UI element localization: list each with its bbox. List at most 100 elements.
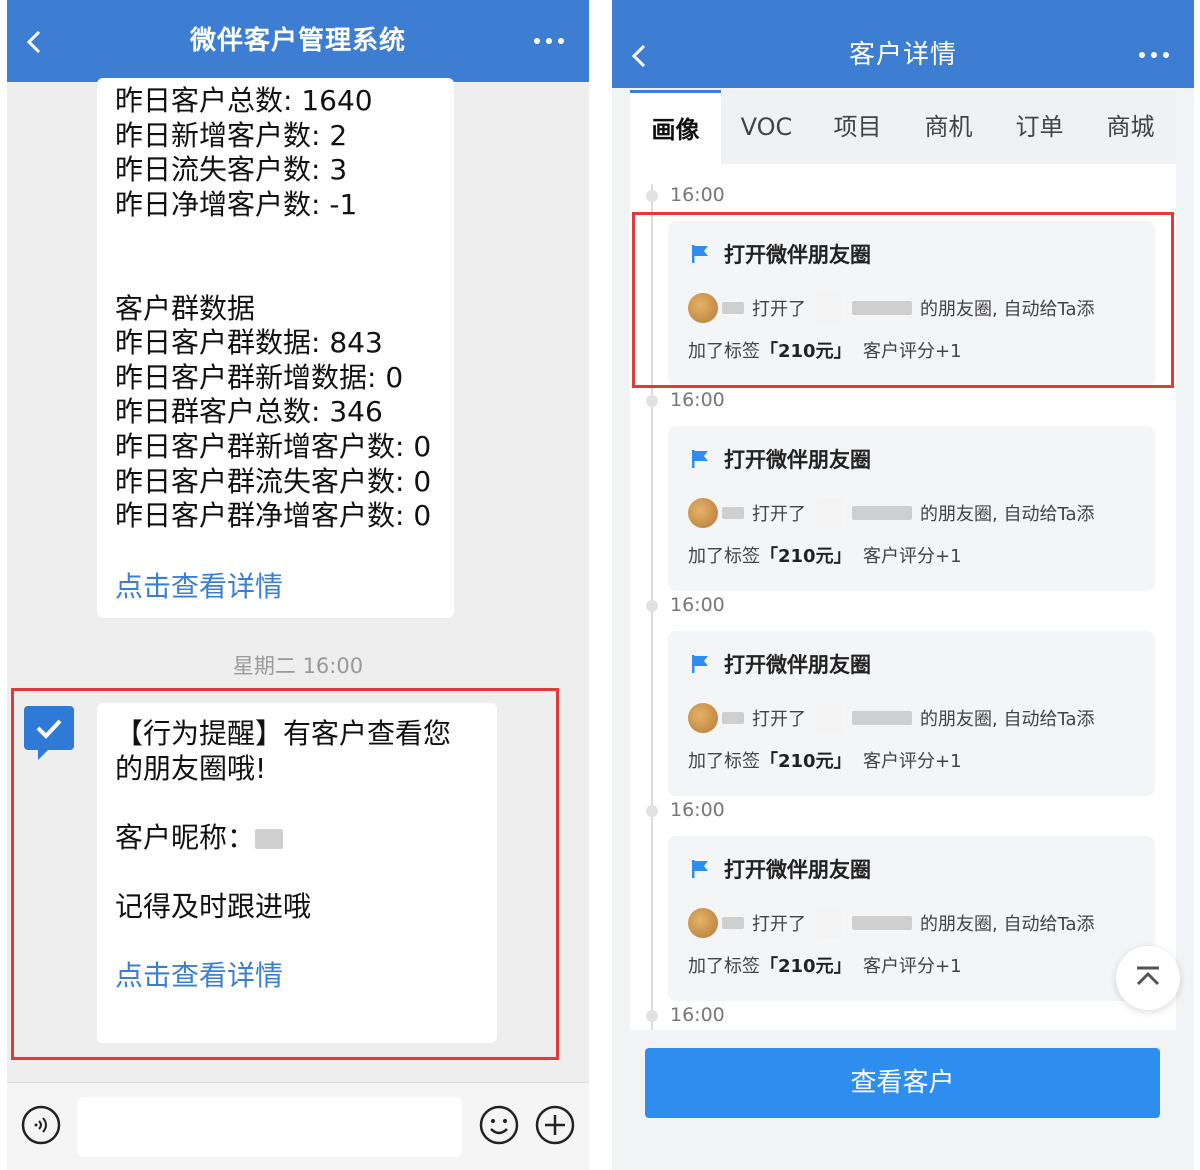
- stats-line: 昨日客户群新增数据: 0: [115, 360, 404, 394]
- event-suffix: 的朋友圈, 自动给Ta添: [920, 299, 1095, 320]
- back-arrow-icon[interactable]: [15, 22, 55, 62]
- behavior-alert-bubble: 【行为提醒】有客户查看您 的朋友圈哦! 客户昵称： 记得及时跟进哦 点击查看详情: [97, 703, 497, 1043]
- event-action: 打开了: [752, 504, 806, 525]
- chat-navbar: 微伴客户管理系统: [7, 0, 589, 82]
- customer-avatar: [688, 498, 718, 528]
- alert-detail-link[interactable]: 点击查看详情: [115, 959, 479, 994]
- event-title: 打开微伴朋友圈: [724, 448, 871, 472]
- event-tag-row: 加了标签「210元」 客户评分+1: [688, 952, 962, 978]
- event-card[interactable]: 打开微伴朋友圈 打开了 的朋友圈, 自动给Ta添 加了标签「210元」 客户评分…: [668, 836, 1155, 1001]
- event-title-row: 打开微伴朋友圈: [690, 239, 871, 269]
- stats-line: 昨日客户总数: 1640: [115, 84, 373, 117]
- flag-icon: [692, 450, 708, 468]
- event-card[interactable]: 打开微伴朋友圈 打开了 的朋友圈, 自动给Ta添 加了标签「210元」 客户评分…: [668, 426, 1155, 591]
- stats-line: 昨日流失客户数: 3: [115, 153, 348, 187]
- message-timestamp: 星期二 16:00: [232, 654, 364, 678]
- event-time: 16:00: [670, 389, 725, 411]
- timeline-dot: [646, 600, 658, 612]
- event-title: 打开微伴朋友圈: [724, 858, 871, 882]
- event-time: 16:00: [670, 184, 725, 206]
- stats-line: [115, 222, 436, 257]
- alert-follow-up: 记得及时跟进哦: [115, 889, 312, 923]
- blurred-name: [722, 712, 744, 724]
- blurred-name: [722, 302, 744, 314]
- score-text: 客户评分+1: [863, 751, 962, 772]
- tag-prefix: 加了标签: [688, 956, 760, 977]
- tab-voc[interactable]: VOC: [721, 90, 812, 164]
- voice-icon[interactable]: [21, 1105, 61, 1145]
- tag-value: 「210元」: [760, 751, 852, 772]
- event-suffix: 的朋友圈, 自动给Ta添: [920, 709, 1095, 730]
- blurred-name: [722, 507, 744, 519]
- event-card[interactable]: 打开微伴朋友圈 打开了 的朋友圈, 自动给Ta添 加了标签「210元」 客户评分…: [668, 631, 1155, 796]
- blurred-name: [852, 506, 912, 520]
- event-tag-row: 加了标签「210元」 客户评分+1: [688, 337, 962, 363]
- user-avatar: [816, 293, 842, 323]
- stats-line: 昨日客户群数据: 843: [115, 326, 383, 360]
- blurred-name: [722, 917, 744, 929]
- user-avatar: [816, 703, 842, 733]
- event-description: 打开了 的朋友圈, 自动给Ta添: [688, 498, 1095, 528]
- stats-line: 客户群数据: [115, 291, 256, 325]
- tag-prefix: 加了标签: [688, 751, 760, 772]
- tab-project[interactable]: 项目: [812, 90, 903, 164]
- user-avatar: [816, 498, 842, 528]
- message-input[interactable]: [77, 1097, 462, 1157]
- tag-prefix: 加了标签: [688, 341, 760, 362]
- event-action: 打开了: [752, 709, 806, 730]
- timeline-dot: [646, 395, 658, 407]
- event-title-row: 打开微伴朋友圈: [690, 649, 871, 679]
- more-icon[interactable]: [1134, 40, 1174, 70]
- tab-order[interactable]: 订单: [994, 90, 1085, 164]
- flag-icon: [692, 245, 708, 263]
- tag-prefix: 加了标签: [688, 546, 760, 567]
- alert-line-1: 【行为提醒】有客户查看您: [115, 717, 452, 750]
- event-title-row: 打开微伴朋友圈: [690, 444, 871, 474]
- event-timeline: 16:00 打开微伴朋友圈 打开了 的朋友圈, 自动给Ta添 加了标签「210元…: [630, 164, 1176, 1032]
- stats-detail-link[interactable]: 点击查看详情: [115, 570, 436, 605]
- event-title: 打开微伴朋友圈: [724, 653, 871, 677]
- blurred-name: [852, 711, 912, 725]
- event-action: 打开了: [752, 914, 806, 935]
- stats-line: 昨日群客户总数: 346: [115, 395, 383, 429]
- chat-title: 微伴客户管理系统: [189, 26, 406, 56]
- event-title-row: 打开微伴朋友圈: [690, 854, 871, 884]
- tag-value: 「210元」: [760, 956, 852, 977]
- view-customer-button[interactable]: 查看客户: [645, 1048, 1160, 1118]
- tab-opportunity[interactable]: 商机: [903, 90, 994, 164]
- flag-icon: [692, 655, 708, 673]
- event-card[interactable]: 打开微伴朋友圈 打开了 的朋友圈, 自动给Ta添 加了标签「210元」 客户评分…: [668, 221, 1155, 386]
- scroll-to-top-icon[interactable]: [1116, 946, 1180, 1010]
- event-suffix: 的朋友圈, 自动给Ta添: [920, 914, 1095, 935]
- score-text: 客户评分+1: [863, 546, 962, 567]
- more-icon[interactable]: [529, 26, 569, 56]
- customer-detail-screen: 客户详情 画像 VOC 项目 商机 订单 商城 16:00 打开微伴朋友圈 打开…: [612, 0, 1194, 1170]
- event-tag-row: 加了标签「210元」 客户评分+1: [688, 747, 962, 773]
- stats-line: [115, 257, 436, 292]
- tab-mall[interactable]: 商城: [1085, 90, 1176, 164]
- stats-line: 昨日客户群净增客户数: 0: [115, 499, 432, 533]
- emoji-icon[interactable]: [479, 1105, 519, 1145]
- customer-avatar: [688, 908, 718, 938]
- alert-nickname-row: 客户昵称：: [115, 821, 479, 856]
- event-description: 打开了 的朋友圈, 自动给Ta添: [688, 293, 1095, 323]
- user-avatar: [816, 908, 842, 938]
- blurred-nickname: [255, 828, 284, 849]
- customer-avatar: [688, 703, 718, 733]
- timeline-dot: [646, 1010, 658, 1022]
- back-arrow-icon[interactable]: [620, 36, 660, 76]
- plus-icon[interactable]: [535, 1105, 575, 1145]
- score-text: 客户评分+1: [863, 956, 962, 977]
- blurred-name: [852, 301, 912, 315]
- check-badge-icon: [24, 706, 74, 760]
- detail-navbar: 客户详情: [612, 0, 1194, 88]
- blurred-name: [852, 916, 912, 930]
- tab-portrait[interactable]: 画像: [630, 90, 721, 164]
- event-description: 打开了 的朋友圈, 自动给Ta添: [688, 703, 1095, 733]
- event-suffix: 的朋友圈, 自动给Ta添: [920, 504, 1095, 525]
- stats-lines: 昨日客户总数: 1640 昨日新增客户数: 2 昨日流失客户数: 3 昨日净增客户数:…: [115, 84, 436, 534]
- chat-input-bar: [7, 1082, 589, 1170]
- timeline-dot: [646, 805, 658, 817]
- stats-line: 昨日客户群流失客户数: 0: [115, 464, 432, 498]
- stats-line: 昨日新增客户数: 2: [115, 118, 348, 152]
